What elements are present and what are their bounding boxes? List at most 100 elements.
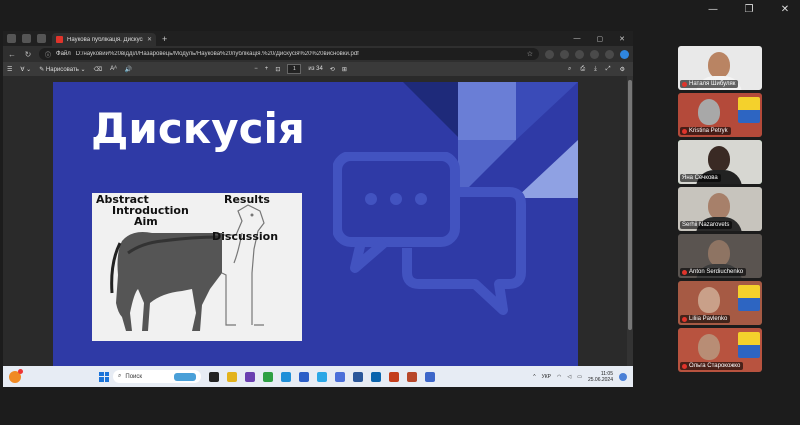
task-view-icon[interactable]: [209, 371, 219, 382]
meme-label-aim: Aim: [134, 215, 158, 228]
fullscreen-icon[interactable]: ⤢: [606, 66, 611, 73]
app-icon[interactable]: [425, 371, 435, 382]
page-view-icon[interactable]: ⊞: [342, 66, 347, 73]
participant-tile-active-speaker[interactable]: Яна Сечкова: [678, 140, 762, 184]
zoom-icon[interactable]: [335, 371, 345, 382]
favorite-icon[interactable]: ☆: [527, 50, 533, 58]
participant-tile[interactable]: Serhii Nazarovets: [678, 187, 762, 231]
browser-minimize-button[interactable]: —: [574, 35, 581, 43]
zoom-out-icon[interactable]: −: [254, 66, 258, 72]
participant-tile[interactable]: Liliia Pavlenko: [678, 281, 762, 325]
participant-name-label: Ольга Старокожко: [680, 362, 744, 370]
weather-widget-icon[interactable]: [9, 368, 23, 383]
slide: Дискусія Abstract Introduction Aim Resul…: [53, 82, 578, 366]
browser-close-button[interactable]: ✕: [619, 35, 625, 43]
chat-bubbles-icon: [333, 152, 526, 315]
menu-icon[interactable]: [605, 49, 614, 59]
tab-pdf[interactable]: Наукова публікація. Дискусія і в ✕: [52, 33, 156, 46]
pdf-app-icon[interactable]: [407, 371, 417, 382]
refresh-icon[interactable]: ↻: [23, 50, 33, 59]
decor-shape: [458, 82, 516, 140]
participant-name: Ольга Старокожко: [689, 363, 741, 369]
address-url[interactable]: D:/науковий%20відділ/Назаровець/Модуль/Н…: [76, 51, 522, 57]
scrollbar-thumb[interactable]: [628, 80, 632, 330]
participant-tile[interactable]: Ольга Старокожко: [678, 328, 762, 372]
file-explorer-icon[interactable]: [227, 371, 237, 382]
profile-icon[interactable]: [7, 34, 16, 43]
participant-tile[interactable]: Наталя Шибуляк: [678, 46, 762, 90]
participants-panel: Наталя Шибуляк Kristina Petryk Яна Сечко…: [678, 46, 762, 375]
eraser-icon[interactable]: ⌫: [94, 66, 102, 73]
search-icon[interactable]: ⌕: [568, 66, 571, 73]
participant-tile[interactable]: Kristina Petryk: [678, 93, 762, 137]
restore-button[interactable]: ❐: [742, 4, 756, 15]
meme-label-results: Results: [224, 193, 270, 206]
word-icon[interactable]: [353, 371, 363, 382]
pdf-viewer[interactable]: Дискусія Abstract Introduction Aim Resul…: [3, 76, 633, 366]
participant-tile[interactable]: Anton Serdiuchenko: [678, 234, 762, 278]
whatsapp-icon[interactable]: [263, 371, 273, 382]
powerpoint-icon[interactable]: [389, 371, 399, 382]
save-icon[interactable]: ⤓: [594, 66, 597, 73]
collections-icon[interactable]: [575, 49, 584, 59]
system-tray: ^ УКР ◠ ◁ ▭ 11:05 25.06.2024: [533, 371, 627, 383]
telegram-icon[interactable]: [317, 371, 327, 382]
taskbar-search[interactable]: ⌕ Поиск: [113, 370, 201, 383]
participant-head: [708, 146, 730, 172]
address-bar[interactable]: ⓘ Файл D:/науковий%20відділ/Назаровець/М…: [39, 48, 539, 60]
outlook-icon[interactable]: [371, 371, 381, 382]
read-aloud-icon[interactable]: 🔊: [125, 66, 132, 73]
store-icon[interactable]: [299, 371, 309, 382]
start-icon[interactable]: [99, 371, 109, 382]
pdf-toolbar: ☰ ∀ ⌄ ✎ Нарисовать ⌄ ⌫ Aᴬ 🔊 − + ⊡ 1 из 3…: [3, 62, 633, 76]
close-button[interactable]: ✕: [778, 4, 792, 15]
participant-head: [698, 99, 720, 125]
highlight-icon[interactable]: ∀ ⌄: [20, 66, 31, 73]
back-icon[interactable]: ←: [7, 50, 17, 59]
fit-page-icon[interactable]: ⊡: [275, 66, 280, 73]
edge-icon[interactable]: [281, 371, 291, 382]
wifi-icon[interactable]: ◠: [557, 374, 561, 380]
battery-icon[interactable]: ▭: [577, 374, 582, 380]
workspaces-icon[interactable]: [22, 34, 31, 43]
viber-icon[interactable]: [245, 371, 255, 382]
participant-name: Kristina Petryk: [689, 128, 728, 134]
horse-meme-image: Abstract Introduction Aim Results Discus…: [92, 193, 302, 341]
extensions-icon[interactable]: [590, 49, 599, 59]
settings-icon[interactable]: ⚙: [620, 66, 625, 73]
browser-maximize-button[interactable]: ▢: [597, 35, 604, 43]
page-number-input[interactable]: 1: [287, 64, 302, 74]
tray-expand-icon[interactable]: ^: [533, 374, 535, 380]
draw-button[interactable]: ✎ Нарисовать ⌄: [39, 66, 85, 73]
zoom-in-icon[interactable]: +: [265, 66, 269, 72]
volume-icon[interactable]: ◁: [567, 374, 571, 380]
print-icon[interactable]: ⎙: [580, 66, 585, 73]
copilot-icon[interactable]: [620, 49, 629, 59]
participant-head: [698, 287, 720, 313]
notifications-icon[interactable]: [619, 372, 627, 381]
clock-date: 25.06.2024: [587, 376, 613, 383]
pdf-right-tools: ⌕ ⎙ ⤓ ⤢ ⚙: [568, 66, 629, 73]
rotate-icon[interactable]: ⟲: [330, 66, 335, 73]
participant-head: [708, 193, 730, 219]
meeting-window: — ❐ ✕ Наукова публікація. Дискусія і в ✕…: [0, 0, 800, 425]
split-screen-icon[interactable]: [545, 49, 554, 59]
page-total: из 34: [308, 66, 323, 72]
minimize-button[interactable]: —: [706, 4, 720, 15]
address-label: Файл: [56, 51, 71, 57]
text-icon[interactable]: Aᴬ: [110, 66, 117, 72]
language-indicator[interactable]: УКР: [542, 374, 551, 380]
draw-label: Нарисовать: [45, 66, 79, 73]
search-icon: ⌕: [118, 373, 122, 379]
tab-actions-icon[interactable]: [37, 34, 46, 43]
contents-icon[interactable]: ☰: [7, 66, 12, 73]
participant-name: Яна Сечкова: [682, 175, 718, 181]
university-logo: [738, 97, 760, 123]
pdf-scrollbar[interactable]: [627, 76, 633, 366]
favorites-icon[interactable]: [560, 49, 569, 59]
info-icon[interactable]: ⓘ: [45, 50, 51, 59]
new-tab-icon[interactable]: +: [162, 34, 167, 44]
clock[interactable]: 11:05 25.06.2024: [588, 371, 613, 383]
close-tab-icon[interactable]: ✕: [147, 36, 152, 43]
decor-shape: [516, 82, 578, 140]
